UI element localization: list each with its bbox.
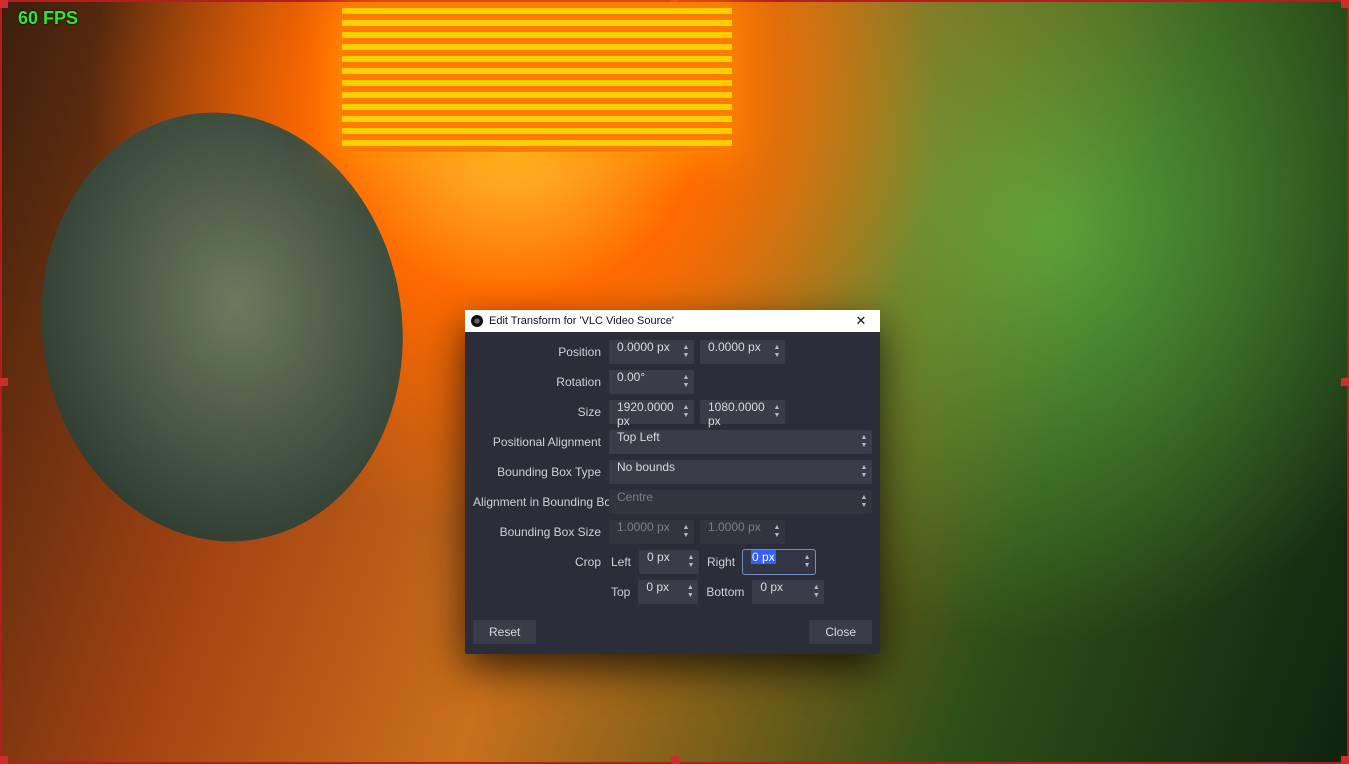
crop-left-input[interactable]: 0 px ▲▼	[639, 550, 699, 574]
spinner-arrows-icon: ▲▼	[681, 522, 691, 542]
obs-app-icon	[471, 315, 483, 327]
size-height-input[interactable]: 1080.0000 px ▲▼	[700, 400, 785, 424]
spinner-arrows-icon[interactable]: ▲▼	[772, 402, 782, 422]
dialog-footer: Reset Close	[465, 614, 880, 654]
size-width-input[interactable]: 1920.0000 px ▲▼	[609, 400, 694, 424]
spinner-arrows-icon[interactable]: ▲▼	[772, 342, 782, 362]
label-crop-top: Top	[609, 585, 632, 599]
close-button[interactable]: Close	[809, 620, 872, 644]
label-crop-left: Left	[609, 555, 633, 569]
spinner-arrows-icon[interactable]: ▲▼	[802, 552, 812, 572]
spinner-arrows-icon[interactable]: ▲▼	[681, 372, 691, 392]
edit-transform-dialog: Edit Transform for 'VLC Video Source' ✕ …	[465, 310, 880, 654]
position-x-input[interactable]: 0.0000 px ▲▼	[609, 340, 694, 364]
resize-handle-tr[interactable]	[1341, 0, 1349, 8]
rotation-input[interactable]: 0.00° ▲▼	[609, 370, 694, 394]
dialog-titlebar[interactable]: Edit Transform for 'VLC Video Source' ✕	[465, 310, 880, 332]
spinner-arrows-icon[interactable]: ▲▼	[685, 582, 695, 602]
label-size: Size	[473, 405, 603, 419]
bounding-box-type-select[interactable]: No bounds ▲▼	[609, 460, 872, 484]
resize-handle-ml[interactable]	[0, 378, 8, 386]
label-crop-bottom: Bottom	[704, 585, 746, 599]
bb-size-width-input: 1.0000 px ▲▼	[609, 520, 694, 544]
resize-handle-mr[interactable]	[1341, 378, 1349, 386]
dropdown-arrows-icon: ▲▼	[859, 492, 869, 512]
alignment-in-bb-select: Centre ▲▼	[609, 490, 872, 514]
resize-handle-bc[interactable]	[671, 756, 679, 764]
crop-top-input[interactable]: 0 px ▲▼	[638, 580, 698, 604]
dropdown-arrows-icon[interactable]: ▲▼	[859, 432, 869, 452]
label-crop: Crop	[473, 555, 603, 569]
positional-alignment-select[interactable]: Top Left ▲▼	[609, 430, 872, 454]
label-positional-alignment: Positional Alignment	[473, 435, 603, 449]
label-bounding-box-type: Bounding Box Type	[473, 465, 603, 479]
crop-right-input[interactable]: 0 px ▲▼	[743, 550, 815, 574]
label-crop-right: Right	[705, 555, 737, 569]
crop-bottom-input[interactable]: 0 px ▲▼	[752, 580, 824, 604]
resize-handle-br[interactable]	[1341, 756, 1349, 764]
spinner-arrows-icon[interactable]: ▲▼	[811, 582, 821, 602]
spinner-arrows-icon: ▲▼	[772, 522, 782, 542]
label-alignment-in-bb: Alignment in Bounding Box	[473, 495, 603, 509]
position-y-input[interactable]: 0.0000 px ▲▼	[700, 340, 785, 364]
transform-form: Position 0.0000 px ▲▼ 0.0000 px ▲▼ Rotat…	[465, 332, 880, 614]
spinner-arrows-icon[interactable]: ▲▼	[681, 402, 691, 422]
label-bounding-box-size: Bounding Box Size	[473, 525, 603, 539]
resize-handle-tl[interactable]	[0, 0, 8, 8]
bb-size-height-input: 1.0000 px ▲▼	[700, 520, 785, 544]
reset-button[interactable]: Reset	[473, 620, 536, 644]
fps-counter: 60 FPS	[18, 8, 78, 29]
resize-handle-bl[interactable]	[0, 756, 8, 764]
label-rotation: Rotation	[473, 375, 603, 389]
spinner-arrows-icon[interactable]: ▲▼	[681, 342, 691, 362]
resize-handle-tc[interactable]	[671, 0, 679, 8]
dialog-title: Edit Transform for 'VLC Video Source'	[489, 315, 848, 327]
label-position: Position	[473, 345, 603, 359]
close-icon[interactable]: ✕	[848, 313, 874, 329]
dropdown-arrows-icon[interactable]: ▲▼	[859, 462, 869, 482]
spinner-arrows-icon[interactable]: ▲▼	[686, 552, 696, 572]
